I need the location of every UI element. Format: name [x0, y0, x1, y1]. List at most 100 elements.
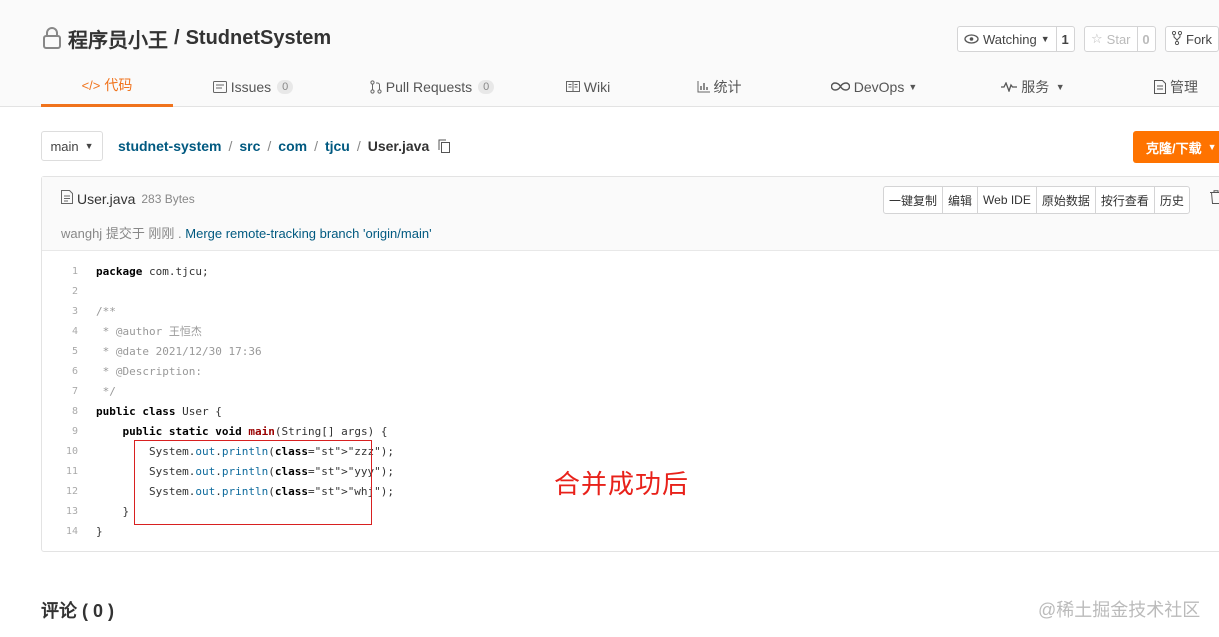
- line-number[interactable]: 14: [42, 526, 78, 537]
- delete-icon[interactable]: [1210, 190, 1219, 209]
- clone-download-label: 克隆/下载: [1146, 140, 1202, 156]
- copy-all-button[interactable]: 一键复制: [884, 187, 944, 213]
- caret-down-icon: ▼: [1053, 81, 1065, 92]
- manage-icon: [1154, 79, 1166, 94]
- pull-requests-count-badge: 0: [478, 79, 495, 94]
- star-count[interactable]: 0: [1136, 27, 1155, 51]
- tab-pull-requests[interactable]: Pull Requests 0: [352, 66, 512, 107]
- line-number[interactable]: 7: [42, 386, 78, 397]
- line-code: System.out.println(class="st">"zzz");: [96, 444, 395, 458]
- repo-owner[interactable]: 程序员小王: [68, 24, 168, 53]
- edit-button[interactable]: 编辑: [943, 187, 979, 213]
- caret-down-icon: ▼: [1040, 34, 1050, 44]
- issues-count-badge: 0: [277, 79, 294, 94]
- lock-icon: [42, 27, 62, 49]
- tab-pull-requests-label: Pull Requests: [385, 78, 473, 95]
- service-icon: [1001, 81, 1018, 92]
- line-number[interactable]: 13: [42, 506, 78, 517]
- caret-down-icon: ▼: [1207, 142, 1217, 152]
- line-number[interactable]: 5: [42, 346, 78, 357]
- tab-manage-label: 管理: [1170, 78, 1198, 95]
- watermark: @稀土掘金技术社区: [1038, 600, 1201, 620]
- repo-name[interactable]: StudnetSystem: [186, 27, 332, 50]
- line-number[interactable]: 4: [42, 326, 78, 337]
- tab-code-label: 代码: [104, 77, 133, 93]
- caret-down-icon: ▼: [908, 81, 918, 92]
- line-number[interactable]: 6: [42, 366, 78, 377]
- breadcrumb-repo[interactable]: studnet-system: [118, 138, 221, 154]
- code-line: 14}: [42, 521, 1219, 541]
- code-line: 1 package com.tjcu;: [42, 261, 1219, 281]
- line-code: * @Description:: [96, 364, 202, 378]
- raw-button[interactable]: 原始数据: [1037, 187, 1096, 213]
- web-ide-button[interactable]: Web IDE: [978, 187, 1037, 213]
- file-size: 283 Bytes: [141, 191, 195, 206]
- branch-name: main: [50, 138, 79, 154]
- commit-message-link[interactable]: Merge remote-tracking branch 'origin/mai…: [185, 226, 431, 241]
- tab-wiki[interactable]: Wiki: [552, 66, 624, 107]
- line-code: public class User {: [96, 404, 222, 418]
- tab-devops[interactable]: DevOps ▼: [818, 66, 930, 107]
- code-line: 9 public static void main(String[] args)…: [42, 421, 1219, 441]
- tab-wiki-label: Wiki: [583, 78, 611, 95]
- code-line: 4 * @author 王恒杰: [42, 321, 1219, 341]
- comments-title: 评论 ( 0 ): [41, 601, 115, 621]
- code-line: 2: [42, 281, 1219, 301]
- tab-manage[interactable]: 管理: [1142, 66, 1210, 107]
- code-line: 7 */: [42, 381, 1219, 401]
- repo-tabs: </> 代码 Issues 0 Pull Requests 0 Wiki 统计 …: [0, 66, 1219, 107]
- tab-issues[interactable]: Issues 0: [200, 66, 306, 107]
- history-button[interactable]: 历史: [1155, 187, 1189, 213]
- file-actions: 一键复制 编辑 Web IDE 原始数据 按行查看 历史: [883, 186, 1190, 214]
- file-title: User.java 283 Bytes: [61, 190, 195, 207]
- watching-button[interactable]: Watching ▼ 1: [957, 26, 1075, 52]
- tab-code[interactable]: </> 代码: [41, 66, 173, 107]
- code-line: 6 * @Description:: [42, 361, 1219, 381]
- tab-stats[interactable]: 统计: [682, 66, 756, 107]
- line-code: System.out.println(class="st">"yyy");: [96, 464, 395, 478]
- watching-count[interactable]: 1: [1055, 27, 1074, 51]
- file-header: User.java 283 Bytes wanghj 提交于 刚刚 . Merg…: [42, 177, 1219, 251]
- clone-download-button[interactable]: 克隆/下载 ▼: [1133, 131, 1219, 163]
- line-code: /**: [96, 304, 116, 318]
- line-number[interactable]: 3: [42, 306, 78, 317]
- line-number[interactable]: 2: [42, 286, 78, 297]
- tab-devops-label: DevOps: [853, 78, 905, 95]
- pull-request-icon: [370, 79, 382, 94]
- branch-selector[interactable]: main ▼: [41, 131, 103, 161]
- line-number[interactable]: 8: [42, 406, 78, 417]
- code-line: 13 }: [42, 501, 1219, 521]
- star-button[interactable]: ☆ Star 0: [1084, 26, 1156, 52]
- line-number[interactable]: 10: [42, 446, 78, 457]
- issues-icon: [212, 80, 227, 93]
- code-line: 8 public class User {: [42, 401, 1219, 421]
- commit-author[interactable]: wanghj: [61, 226, 102, 241]
- code-icon: </>: [81, 77, 101, 93]
- tab-service[interactable]: 服务 ▼: [990, 66, 1076, 107]
- star-label: Star: [1106, 31, 1131, 47]
- annotation-text: 合并成功后: [554, 469, 690, 499]
- copy-path-icon[interactable]: [438, 139, 451, 153]
- blame-button[interactable]: 按行查看: [1096, 187, 1155, 213]
- line-number[interactable]: 9: [42, 426, 78, 437]
- stats-icon: [697, 80, 710, 93]
- line-code: System.out.println(class="st">"whj");: [96, 484, 395, 498]
- wiki-icon: [565, 81, 580, 92]
- line-number[interactable]: 12: [42, 486, 78, 497]
- breadcrumb-src[interactable]: src: [239, 138, 260, 154]
- line-code: package com.tjcu;: [96, 264, 209, 278]
- line-number[interactable]: 11: [42, 466, 78, 477]
- breadcrumb-com[interactable]: com: [278, 138, 307, 154]
- star-icon: ☆: [1091, 31, 1103, 46]
- line-code: public static void main(String[] args) {: [122, 424, 388, 438]
- code-line: 3 /**: [42, 301, 1219, 321]
- breadcrumb-separator: /: [356, 138, 361, 154]
- caret-down-icon: ▼: [84, 141, 94, 151]
- breadcrumb-tjcu[interactable]: tjcu: [325, 138, 350, 154]
- line-code: * @author 王恒杰: [96, 325, 202, 338]
- tab-service-label: 服务: [1021, 78, 1050, 95]
- repo-header: 程序员小王 / StudnetSystem Watching ▼ 1 ☆ Sta…: [0, 0, 1219, 107]
- file-name: User.java: [77, 190, 136, 207]
- line-number[interactable]: 1: [42, 266, 78, 277]
- fork-button[interactable]: Fork: [1165, 26, 1219, 52]
